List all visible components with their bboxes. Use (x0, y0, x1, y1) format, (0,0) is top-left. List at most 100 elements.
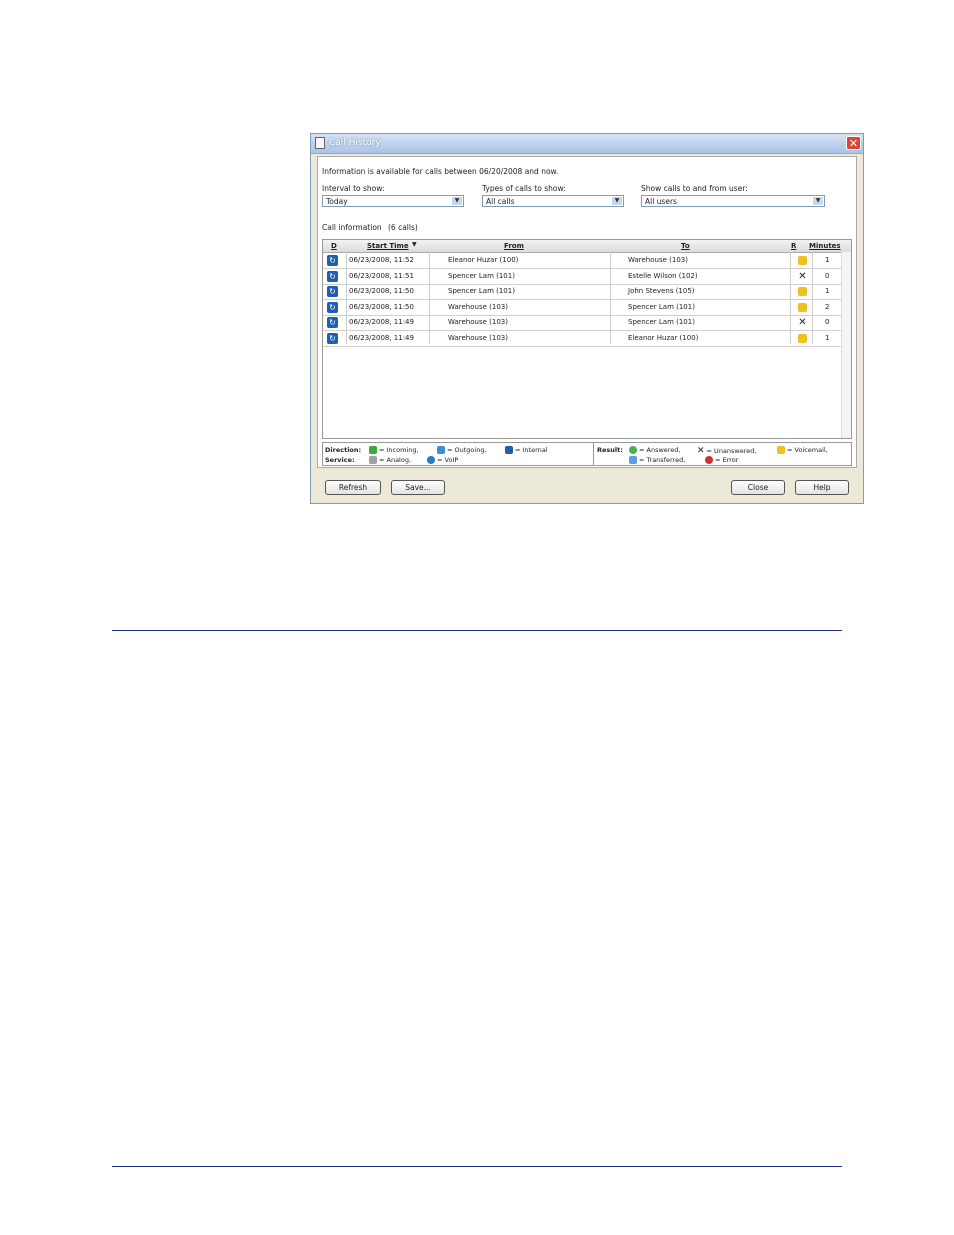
legend-internal: = Internal (505, 446, 548, 454)
save-button[interactable]: Save... (391, 480, 445, 495)
legend-unanswered: ✕ = Unanswered, (697, 446, 756, 456)
vertical-scrollbar[interactable] (841, 252, 851, 438)
col-start-time[interactable]: Start Time (367, 242, 409, 250)
from-cell: Warehouse (103) (448, 302, 508, 311)
horizontal-rule (112, 630, 842, 631)
analog-text: = Analog, (379, 456, 412, 464)
user-value: All users (645, 197, 677, 206)
minutes-cell: 1 (825, 256, 830, 264)
minutes-cell: 1 (825, 287, 830, 295)
legend-divider (593, 443, 594, 465)
voicemail-icon (798, 256, 807, 265)
internal-call-icon: ↻ (327, 270, 338, 282)
internal-text: = Internal (515, 446, 548, 454)
table-row[interactable]: ↻ 06/23/2008, 11:49 Warehouse (103) Spencer… (323, 315, 842, 331)
user-select[interactable]: All users ▼ (641, 195, 825, 207)
from-cell: Warehouse (103) (448, 318, 508, 326)
footer-rule (112, 1166, 842, 1167)
voicemail-icon (798, 333, 807, 343)
user-label: Show calls to and from user: (641, 184, 748, 193)
legend-voip: = VoIP (427, 456, 458, 464)
dialog-body: Information is available for calls betwe… (317, 156, 857, 468)
to-cell: John Stevens (105) (628, 287, 695, 295)
start-time-cell: 06/23/2008, 11:50 (349, 287, 414, 295)
to-cell: Spencer Lam (101) (628, 302, 695, 311)
call-info-label: Call information (322, 223, 382, 232)
table-row[interactable]: ↻ 06/23/2008, 11:51 Spencer Lam (101) Estel… (323, 269, 842, 285)
voip-text: = VoIP (437, 456, 459, 464)
error-text: = Error (715, 456, 739, 464)
col-to[interactable]: To (681, 242, 690, 250)
minutes-cell: 0 (825, 318, 830, 326)
sort-desc-icon: ▼ (412, 241, 417, 248)
col-from[interactable]: From (504, 242, 524, 250)
help-button[interactable]: Help (795, 480, 849, 495)
minutes-cell: 0 (825, 271, 830, 280)
legend-analog: = Analog, (369, 456, 411, 464)
interval-select[interactable]: Today ▼ (322, 195, 464, 207)
start-time-cell: 06/23/2008, 11:52 (349, 256, 414, 264)
minutes-cell: 2 (825, 302, 830, 311)
legend: Direction: = Incoming, = Outgoing, = Int… (322, 442, 852, 466)
to-cell: Warehouse (103) (628, 256, 688, 264)
analog-phone-icon (369, 456, 377, 464)
internal-call-icon: ↻ (327, 317, 338, 328)
call-history-window: Call History ✕ Information is available … (310, 133, 864, 504)
table-header: D Start Time ▼ From To R Minutes (323, 240, 851, 253)
chevron-down-icon[interactable]: ▼ (452, 197, 462, 205)
service-label: Service: (325, 456, 355, 464)
voicemail-icon (777, 446, 785, 454)
types-label: Types of calls to show: (482, 184, 566, 193)
start-time-cell: 06/23/2008, 11:50 (349, 302, 414, 311)
to-cell: Eleanor Huzar (100) (628, 333, 699, 342)
window-icon (315, 137, 325, 149)
legend-answered: = Answered, (629, 446, 681, 454)
error-icon (705, 456, 713, 464)
chevron-down-icon[interactable]: ▼ (612, 197, 622, 205)
col-r[interactable]: R (791, 242, 796, 250)
refresh-button[interactable]: Refresh (325, 480, 381, 495)
internal-call-icon: ↻ (327, 301, 338, 313)
incoming-arrow-icon (369, 446, 377, 454)
table-row[interactable]: ↻ 06/23/2008, 11:50 Spencer Lam (101) John … (323, 284, 842, 300)
transferred-text: = Transferred, (639, 456, 686, 464)
start-time-cell: 06/23/2008, 11:49 (349, 333, 414, 342)
outgoing-text: = Outgoing, (447, 446, 487, 454)
from-cell: Spencer Lam (101) (448, 287, 515, 295)
internal-call-icon: ↻ (327, 286, 338, 297)
minutes-cell: 1 (825, 333, 830, 342)
internal-call-icon: ↻ (327, 255, 338, 266)
table-row[interactable]: ↻ 06/23/2008, 11:50 Warehouse (103) Spencer… (323, 300, 842, 316)
start-time-cell: 06/23/2008, 11:51 (349, 271, 414, 280)
unanswered-icon: ✕ (798, 270, 807, 282)
to-cell: Estelle Wilson (102) (628, 271, 698, 280)
voicemail-text: = Voicemail, (787, 446, 828, 454)
answered-check-icon (629, 446, 637, 454)
legend-voicemail: = Voicemail, (777, 446, 828, 454)
table-row[interactable]: ↻ 06/23/2008, 11:49 Warehouse (103) Eleanor… (323, 331, 842, 347)
unanswered-icon: ✕ (798, 317, 807, 328)
internal-call-icon (505, 446, 513, 454)
close-button[interactable]: Close (731, 480, 785, 495)
to-cell: Spencer Lam (101) (628, 318, 695, 326)
chevron-down-icon[interactable]: ▼ (813, 197, 823, 205)
call-count: (6 calls) (388, 223, 418, 232)
col-d[interactable]: D (331, 242, 337, 250)
voip-globe-icon (427, 456, 435, 464)
title-bar[interactable]: Call History ✕ (311, 134, 863, 154)
from-cell: Eleanor Huzar (100) (448, 256, 519, 264)
col-minutes[interactable]: Minutes (809, 242, 841, 250)
window-title: Call History (329, 138, 381, 148)
outgoing-arrow-icon (437, 446, 445, 454)
incoming-text: = Incoming, (379, 446, 419, 454)
unanswered-x-icon: ✕ (697, 446, 705, 456)
result-label: Result: (597, 446, 623, 454)
from-cell: Spencer Lam (101) (448, 271, 515, 280)
legend-error: = Error (705, 456, 738, 464)
types-select[interactable]: All calls ▼ (482, 195, 624, 207)
start-time-cell: 06/23/2008, 11:49 (349, 318, 414, 326)
close-icon[interactable]: ✕ (846, 136, 861, 150)
types-value: All calls (486, 197, 515, 206)
table-row[interactable]: ↻ 06/23/2008, 11:52 Eleanor Huzar (100) War… (323, 253, 842, 269)
internal-call-icon: ↻ (327, 332, 338, 344)
